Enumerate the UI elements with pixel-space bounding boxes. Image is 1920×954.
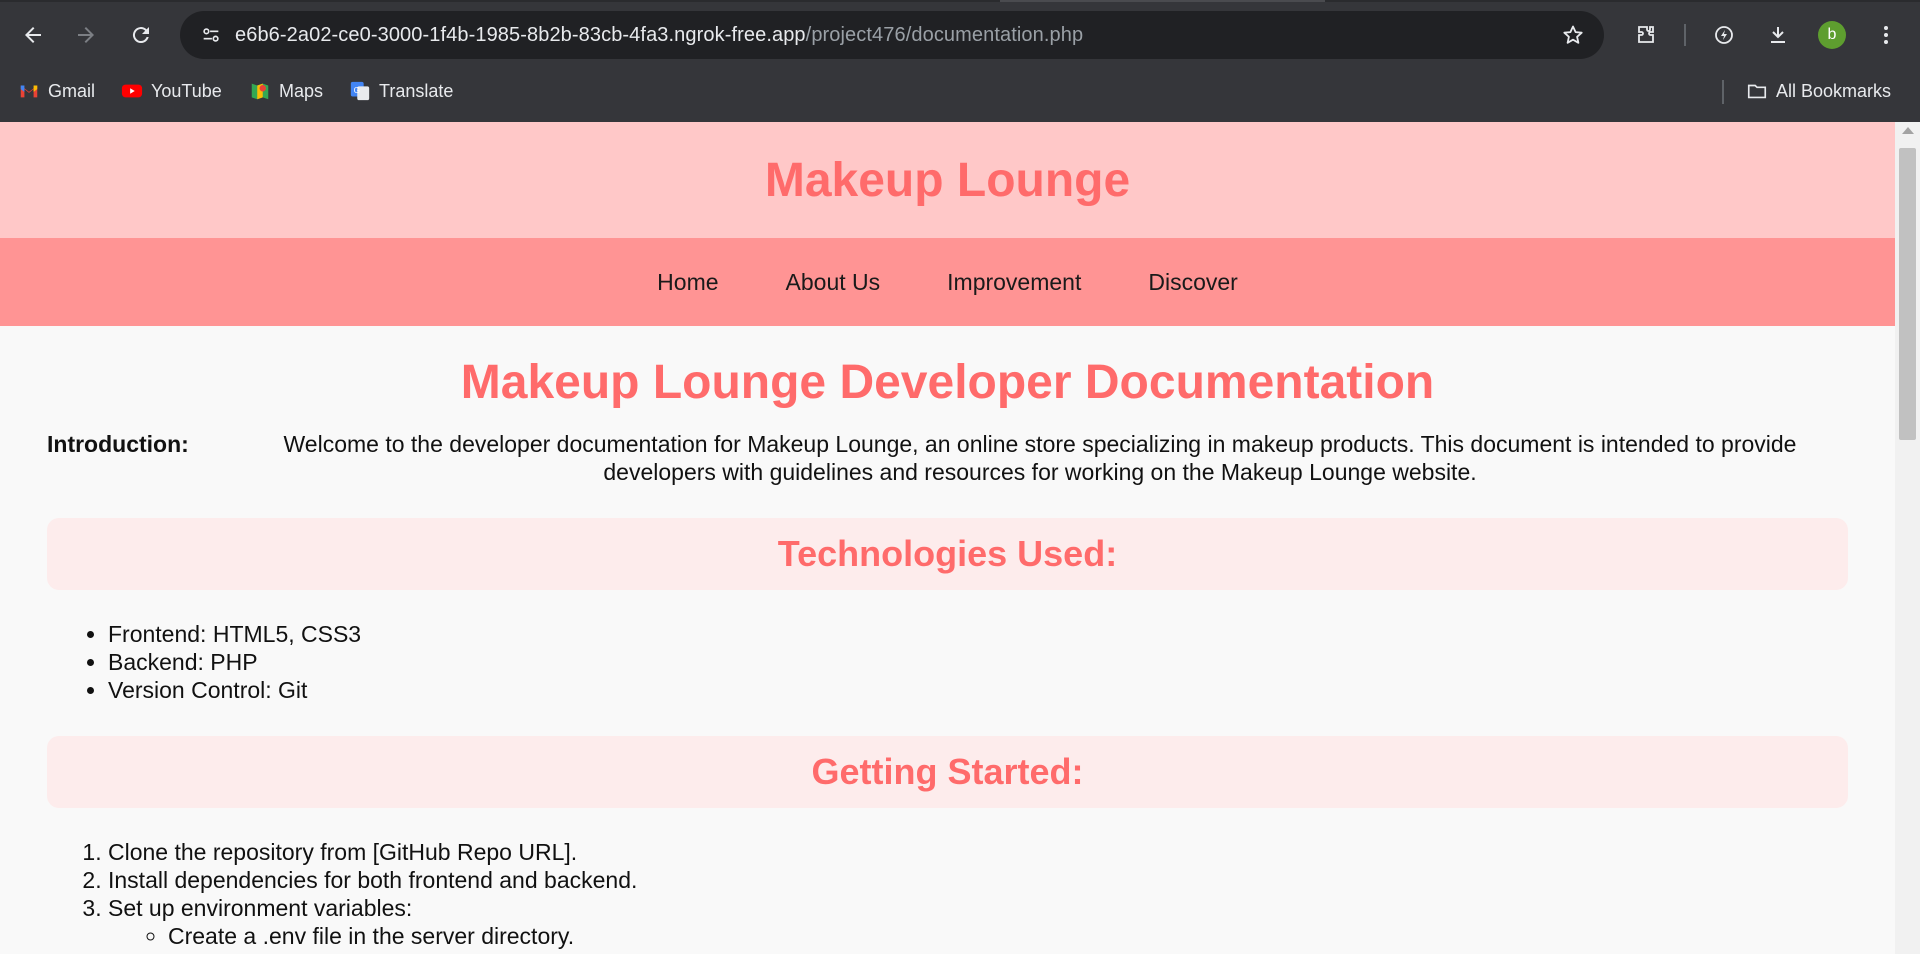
- gmail-icon: [18, 80, 40, 102]
- bookmark-star-button[interactable]: [1554, 16, 1592, 54]
- reload-icon: [132, 27, 149, 44]
- back-button[interactable]: [13, 15, 53, 55]
- env-sublist: Create a .env file in the server directo…: [108, 922, 1848, 950]
- getting-started-list: Clone the repository from [GitHub Repo U…: [47, 838, 1848, 950]
- maps-icon: [249, 80, 271, 102]
- all-bookmarks-label: All Bookmarks: [1776, 80, 1892, 101]
- list-item: Clone the repository from [GitHub Repo U…: [108, 838, 1848, 866]
- introduction-label: Introduction:: [47, 431, 189, 457]
- site-header: Makeup Lounge: [0, 122, 1895, 238]
- section-heading: Technologies Used:: [777, 533, 1118, 574]
- nav-link-improvement[interactable]: Improvement: [947, 269, 1081, 296]
- section-heading: Getting Started:: [811, 751, 1084, 792]
- bookmark-label: YouTube: [151, 80, 222, 101]
- section-getting-started-header: Getting Started:: [47, 736, 1848, 808]
- main-content: Makeup Lounge Developer Documentation In…: [0, 356, 1895, 950]
- tune-icon: [203, 28, 219, 42]
- bookmark-label: Gmail: [48, 80, 96, 101]
- more-vertical-icon: [1884, 26, 1888, 44]
- forward-button[interactable]: [66, 15, 106, 55]
- star-icon: [1563, 25, 1583, 44]
- list-item: Set up environment variables: Create a .…: [108, 894, 1848, 950]
- tab-strip: [0, 0, 1920, 2]
- page-title: Makeup Lounge Developer Documentation: [460, 356, 1435, 409]
- downloads-button[interactable]: [1758, 15, 1798, 55]
- bookmark-gmail[interactable]: Gmail: [18, 76, 95, 106]
- list-item-text: Set up environment variables:: [108, 895, 413, 921]
- bookmark-label: Maps: [279, 80, 324, 101]
- introduction: Introduction: Welcome to the developer d…: [47, 430, 1848, 486]
- sublist-item: Create a .env file in the server directo…: [168, 922, 1848, 950]
- bookmark-translate[interactable]: G Translate: [349, 76, 453, 106]
- bookmarks-bar: Gmail YouTube Maps G Translate All Bookm: [0, 72, 1920, 110]
- all-bookmarks-button[interactable]: All Bookmarks: [1746, 76, 1891, 106]
- url-path: /project476/documentation.php: [805, 24, 1084, 46]
- list-item: Frontend: HTML5, CSS3: [108, 620, 1848, 648]
- reload-button[interactable]: [121, 15, 161, 55]
- introduction-text: Welcome to the developer documentation f…: [283, 431, 1797, 485]
- browser-chrome: e6b6-2a02-ce0-3000-1f4b-1985-8b2b-83cb-4…: [0, 0, 1920, 122]
- browser-toolbar: e6b6-2a02-ce0-3000-1f4b-1985-8b2b-83cb-4…: [0, 8, 1920, 62]
- profile-avatar[interactable]: b: [1818, 21, 1846, 49]
- performance-button[interactable]: [1704, 15, 1744, 55]
- arrow-left-icon: [25, 27, 41, 43]
- bookmark-maps[interactable]: Maps: [249, 76, 323, 106]
- scrollbar-thumb[interactable]: [1899, 148, 1916, 440]
- puzzle-icon: [1638, 26, 1654, 43]
- nav-link-discover[interactable]: Discover: [1148, 269, 1237, 296]
- list-item: Install dependencies for both frontend a…: [108, 866, 1848, 894]
- address-bar[interactable]: e6b6-2a02-ce0-3000-1f4b-1985-8b2b-83cb-4…: [180, 11, 1604, 59]
- bookmarks-divider: [1722, 80, 1724, 104]
- page-viewport: Makeup Lounge Home About Us Improvement …: [0, 122, 1895, 954]
- translate-icon: G: [349, 80, 371, 102]
- menu-button[interactable]: [1866, 15, 1906, 55]
- technologies-list: Frontend: HTML5, CSS3 Backend: PHP Versi…: [47, 620, 1848, 704]
- energy-saver-icon: [1715, 26, 1733, 44]
- bookmark-label: Translate: [379, 80, 454, 101]
- svg-text:G: G: [354, 86, 360, 95]
- youtube-icon: [121, 80, 143, 102]
- folder-icon: [1746, 80, 1768, 102]
- site-title: Makeup Lounge: [764, 153, 1131, 207]
- nav-link-about-us[interactable]: About Us: [786, 269, 881, 296]
- bookmark-youtube[interactable]: YouTube: [121, 76, 222, 106]
- section-technologies-header: Technologies Used:: [47, 518, 1848, 590]
- list-item: Backend: PHP: [108, 648, 1848, 676]
- toolbar-divider: [1684, 24, 1686, 46]
- arrow-right-icon: [78, 27, 94, 43]
- extensions-button[interactable]: [1626, 15, 1666, 55]
- page-scrollbar[interactable]: [1895, 122, 1920, 954]
- download-icon: [1771, 27, 1785, 43]
- site-nav: Home About Us Improvement Discover: [0, 238, 1895, 326]
- scroll-up-arrow-icon[interactable]: [1902, 127, 1914, 134]
- url-text: e6b6-2a02-ce0-3000-1f4b-1985-8b2b-83cb-4…: [235, 24, 1083, 47]
- nav-link-home[interactable]: Home: [657, 269, 718, 296]
- site-info-button[interactable]: [192, 16, 230, 54]
- url-host: e6b6-2a02-ce0-3000-1f4b-1985-8b2b-83cb-4…: [235, 24, 806, 46]
- list-item: Version Control: Git: [108, 676, 1848, 704]
